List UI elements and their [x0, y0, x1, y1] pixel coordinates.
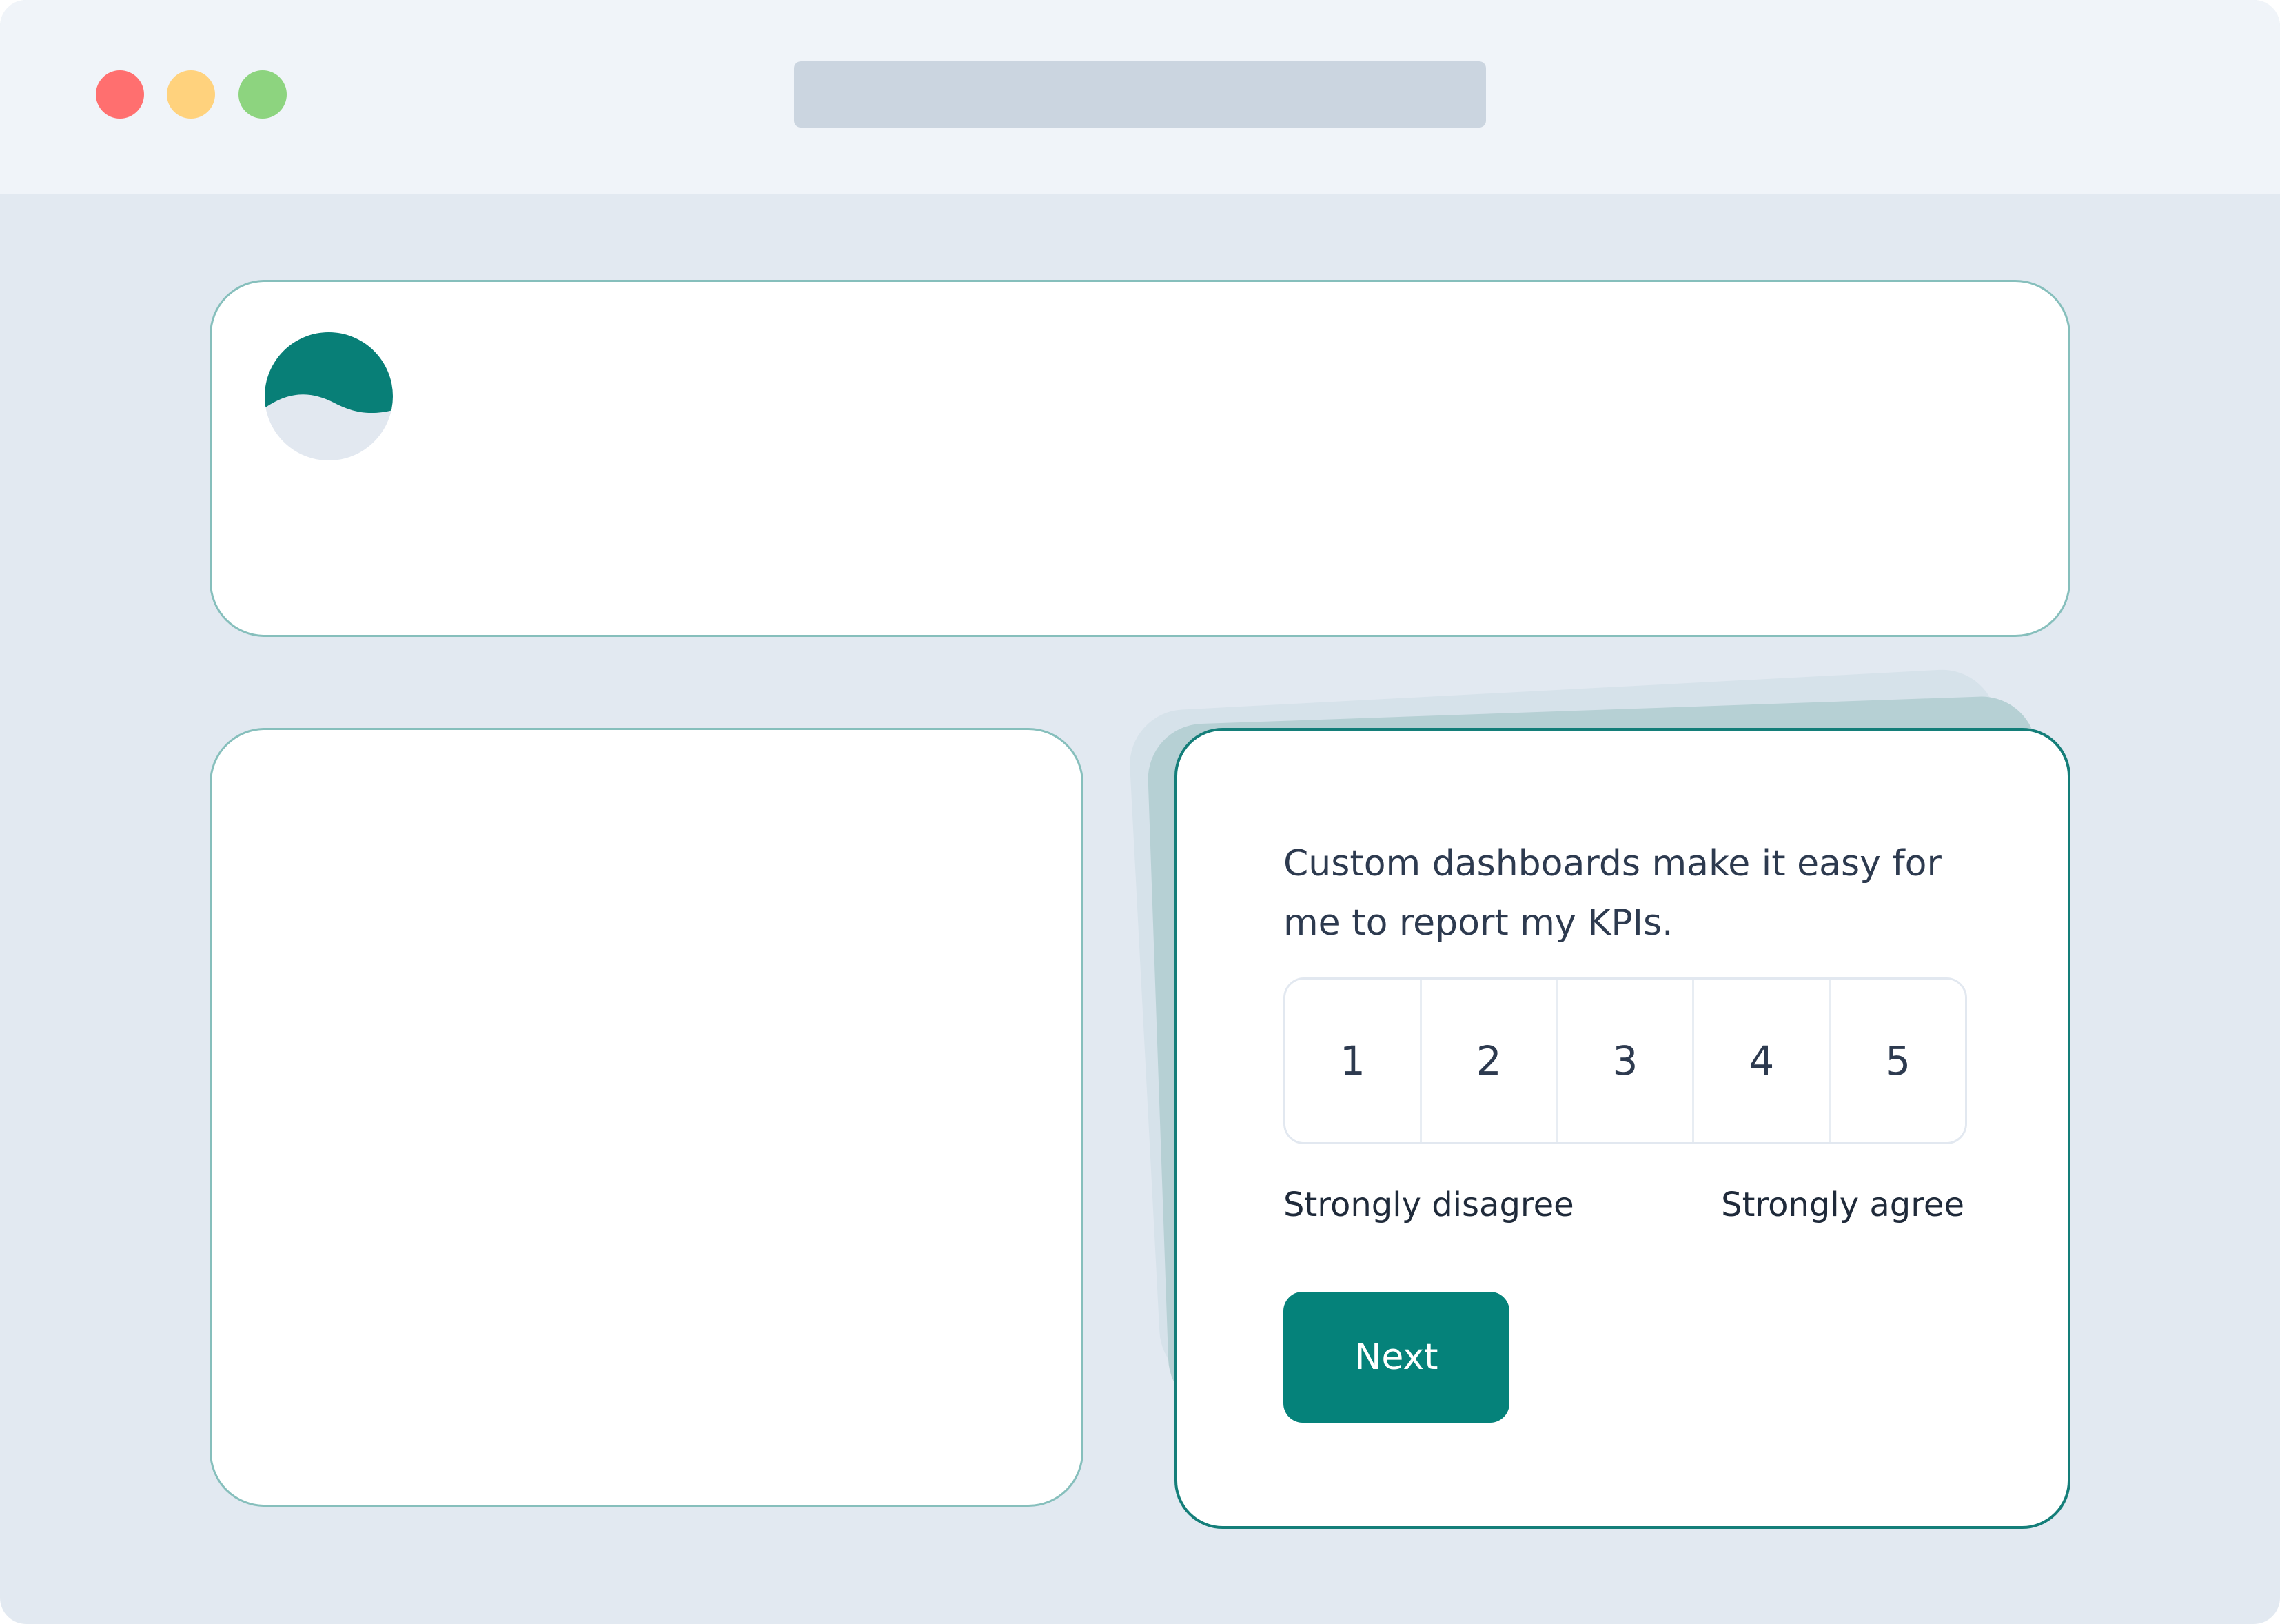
survey-card: Custom dashboards make it easy for me to…: [1174, 728, 2070, 1529]
rating-option-5[interactable]: 5: [1831, 980, 1965, 1142]
content-card: [210, 728, 1083, 1507]
scale-low-label: Strongly disagree: [1283, 1186, 1574, 1224]
address-bar[interactable]: [794, 61, 1486, 128]
close-dot-icon[interactable]: [96, 70, 144, 119]
browser-window: Custom dashboards make it easy for me to…: [0, 0, 2280, 1624]
rating-option-2[interactable]: 2: [1421, 980, 1558, 1142]
scale-high-label: Strongly agree: [1721, 1186, 1964, 1224]
maximize-dot-icon[interactable]: [238, 70, 287, 119]
header-card: [210, 280, 2070, 637]
rating-scale: 1 2 3 4 5: [1283, 977, 1967, 1144]
rating-option-4[interactable]: 4: [1694, 980, 1831, 1142]
title-bar: [0, 0, 2280, 194]
survey-question: Custom dashboards make it easy for me to…: [1283, 843, 1942, 944]
minimize-dot-icon[interactable]: [167, 70, 215, 119]
rating-option-1[interactable]: 1: [1285, 980, 1422, 1142]
rating-option-3[interactable]: 3: [1558, 980, 1695, 1142]
brand-logo-icon: [265, 332, 393, 460]
next-button[interactable]: Next: [1283, 1292, 1509, 1423]
